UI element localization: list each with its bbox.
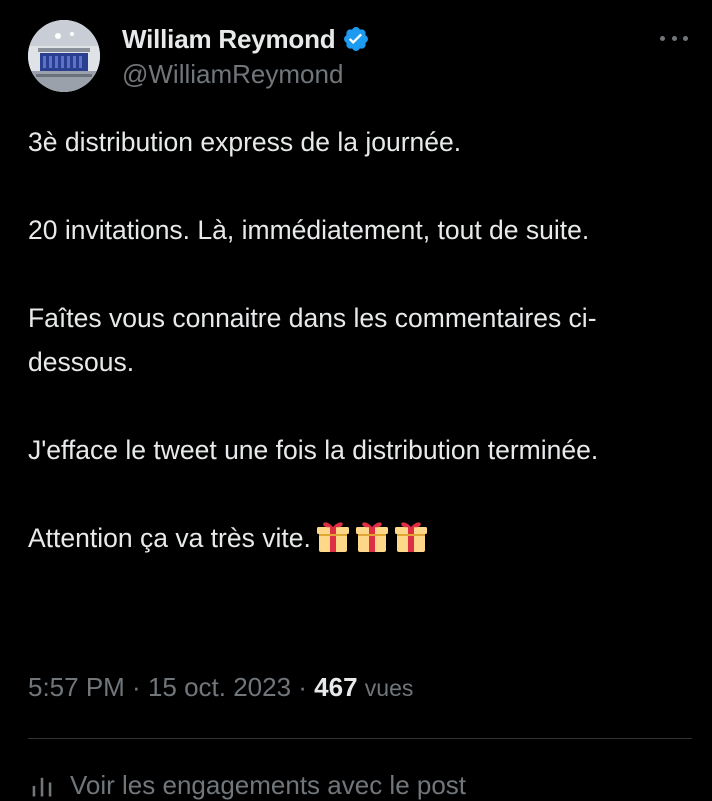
gift-icon xyxy=(394,522,427,552)
tweet-paragraph: 3è distribution express de la journée. xyxy=(28,127,462,157)
verified-badge-icon[interactable] xyxy=(342,25,370,53)
gift-icon xyxy=(355,522,388,552)
name-row: William Reymond xyxy=(122,22,370,56)
dot xyxy=(671,35,677,41)
view-engagements-label: Voir les engagements avec le post xyxy=(70,770,467,800)
view-engagements-link[interactable]: Voir les engagements avec le post xyxy=(28,770,466,801)
gift-icon xyxy=(316,522,349,552)
dot xyxy=(660,35,665,41)
chart-bars-icon xyxy=(32,777,52,796)
divider xyxy=(28,738,692,739)
tweet-paragraph-last: Attention ça va très vite. xyxy=(28,516,698,560)
more-options-icon[interactable] xyxy=(660,30,688,46)
tweet-paragraph: 20 invitations. Là, immédiatement, tout … xyxy=(28,215,590,245)
author-block: William Reymond @WilliamReymond xyxy=(122,22,370,90)
separator: · xyxy=(124,672,148,702)
tweet-paragraph: Attention ça va très vite. xyxy=(28,523,311,553)
handle[interactable]: @WilliamReymond xyxy=(122,59,370,90)
tweet-date[interactable]: 15 oct. 2023 xyxy=(148,672,291,702)
tweet-text: 3è distribution express de la journée. 2… xyxy=(28,120,698,560)
avatar[interactable] xyxy=(28,20,100,92)
gift-emoji-group xyxy=(315,518,429,554)
tweet-paragraph: J'efface le tweet une fois la distributi… xyxy=(28,435,599,465)
display-name[interactable]: William Reymond xyxy=(122,24,336,55)
views-count: 467 xyxy=(314,672,358,702)
views-label: vues xyxy=(364,675,414,701)
separator: · xyxy=(291,672,315,702)
tweet-time[interactable]: 5:57 PM xyxy=(28,672,125,702)
tweet-meta: 5:57 PM · 15 oct. 2023 · 467 vues xyxy=(28,672,413,703)
tweet-paragraph: Faîtes vous connaitre dans les commentai… xyxy=(28,303,597,377)
dot xyxy=(683,35,688,41)
profile-photo xyxy=(28,20,100,92)
